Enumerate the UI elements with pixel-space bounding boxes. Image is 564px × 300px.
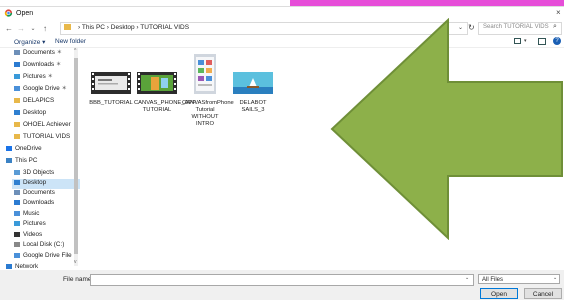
- sidebar-item-label: Local Disk (C:): [23, 241, 65, 248]
- desktop-icon: [14, 109, 20, 115]
- sidebar-item-label: Documents: [23, 189, 55, 196]
- folder-icon: [14, 97, 20, 103]
- file-name: DELABOT SAILS_3: [239, 100, 267, 113]
- sidebar-item-label: 3D Objects: [23, 169, 55, 176]
- pictures-icon: [14, 220, 20, 226]
- sidebar-item-label: Network: [15, 263, 39, 270]
- cancel-button[interactable]: Cancel: [524, 288, 562, 299]
- sidebar-item-label: Desktop: [23, 179, 47, 186]
- pin-icon: ✶: [54, 61, 62, 68]
- video-thumbnail-icon: [91, 72, 131, 94]
- desktop-icon: [14, 179, 20, 185]
- file-name-input[interactable]: [90, 274, 474, 286]
- sidebar-item-label: Downloads: [23, 61, 55, 68]
- scroll-up-icon[interactable]: ^: [74, 48, 76, 54]
- download-icon: [14, 61, 20, 67]
- sidebar-item-label: Pictures: [23, 220, 46, 227]
- new-folder-button[interactable]: New folder: [55, 38, 86, 45]
- disk-icon: [14, 241, 20, 247]
- file-name-dropdown-icon[interactable]: ⌄: [465, 275, 469, 281]
- folder-icon: [64, 24, 71, 30]
- sidebar-item-label: Music: [23, 210, 40, 217]
- cloud-icon: [6, 145, 12, 151]
- sidebar-item-label: DELAPICS: [23, 97, 55, 104]
- close-icon[interactable]: ×: [556, 8, 561, 17]
- scroll-down-icon[interactable]: v: [74, 259, 77, 265]
- pin-icon: ✶: [59, 85, 67, 92]
- music-icon: [14, 210, 20, 216]
- open-button[interactable]: Open: [480, 288, 518, 299]
- videos-icon: [14, 231, 20, 237]
- dialog-title: Open: [16, 10, 34, 17]
- sidebar-item[interactable]: OneDrive: [4, 145, 78, 155]
- folder-icon: [14, 121, 20, 127]
- drive-icon: [14, 85, 20, 91]
- sidebar-item[interactable]: This PC: [4, 157, 78, 167]
- sidebar-item-label: TUTORIAL VIDS: [23, 133, 71, 140]
- breadcrumb-path[interactable]: › This PC › Desktop › TUTORIAL VIDS: [78, 24, 189, 31]
- sidebar-item-label: Pictures: [23, 73, 46, 80]
- sidebar-item-label: Google Drive File: [23, 252, 72, 259]
- 3d-icon: [14, 169, 20, 175]
- pc-icon: [6, 157, 12, 163]
- chrome-icon: [4, 9, 13, 17]
- image-thumbnail-icon: [233, 72, 273, 94]
- network-icon: [6, 263, 12, 269]
- file-item-canvas-phone[interactable]: CANVAS_PHONE_APP TUTORIAL: [134, 72, 197, 114]
- documents-icon: [14, 49, 20, 55]
- file-type-select[interactable]: All Files: [478, 274, 560, 284]
- file-name-label: File name:: [63, 276, 94, 283]
- scrollbar-thumb[interactable]: [74, 58, 78, 254]
- video-thumbnail-icon: [137, 72, 177, 94]
- sidebar-item-label: OneDrive: [15, 145, 42, 152]
- file-name: CANVASfromPhone Tutorial WITHOUT INTRO: [182, 100, 234, 127]
- sidebar-item-label: OHOEL Achiever: [23, 121, 71, 128]
- file-name: CANVAS_PHONE_APP TUTORIAL: [134, 100, 197, 113]
- recent-chevron-icon[interactable]: ⌄: [28, 24, 38, 34]
- organize-button[interactable]: Organize ▾: [14, 38, 45, 46]
- forward-arrow-icon[interactable]: →: [16, 24, 26, 34]
- pin-icon: ✶: [54, 49, 62, 56]
- pin-icon: ✶: [45, 73, 53, 80]
- sidebar-item-label: Desktop: [23, 109, 47, 116]
- file-name: BBB_TUTORIAL: [89, 100, 133, 106]
- back-arrow-icon[interactable]: ←: [4, 24, 14, 34]
- file-item-bbb-tutorial[interactable]: BBB_TUTORIAL: [88, 72, 134, 107]
- phone-screenshot-icon: [194, 54, 216, 94]
- sidebar-item-label: This PC: [15, 157, 38, 164]
- file-type-chevron-icon[interactable]: ⌄: [553, 275, 557, 281]
- file-item-delabot-sails[interactable]: DELABOT SAILS_3: [230, 72, 276, 114]
- green-arrow-annotation: [330, 18, 563, 240]
- folder-icon: [14, 133, 20, 139]
- drive-icon: [14, 252, 20, 258]
- sidebar-item-label: Videos: [23, 231, 43, 238]
- pictures-icon: [14, 73, 20, 79]
- download-icon: [14, 199, 20, 205]
- sidebar-item-label: Downloads: [23, 199, 55, 206]
- up-arrow-icon[interactable]: ↑: [40, 24, 50, 34]
- documents-icon: [14, 189, 20, 195]
- sidebar-item-label: Documents: [23, 49, 55, 56]
- sidebar-item-label: Google Drive: [23, 85, 60, 92]
- file-item-canvas-from-phone[interactable]: CANVASfromPhone Tutorial WITHOUT INTRO: [182, 54, 234, 128]
